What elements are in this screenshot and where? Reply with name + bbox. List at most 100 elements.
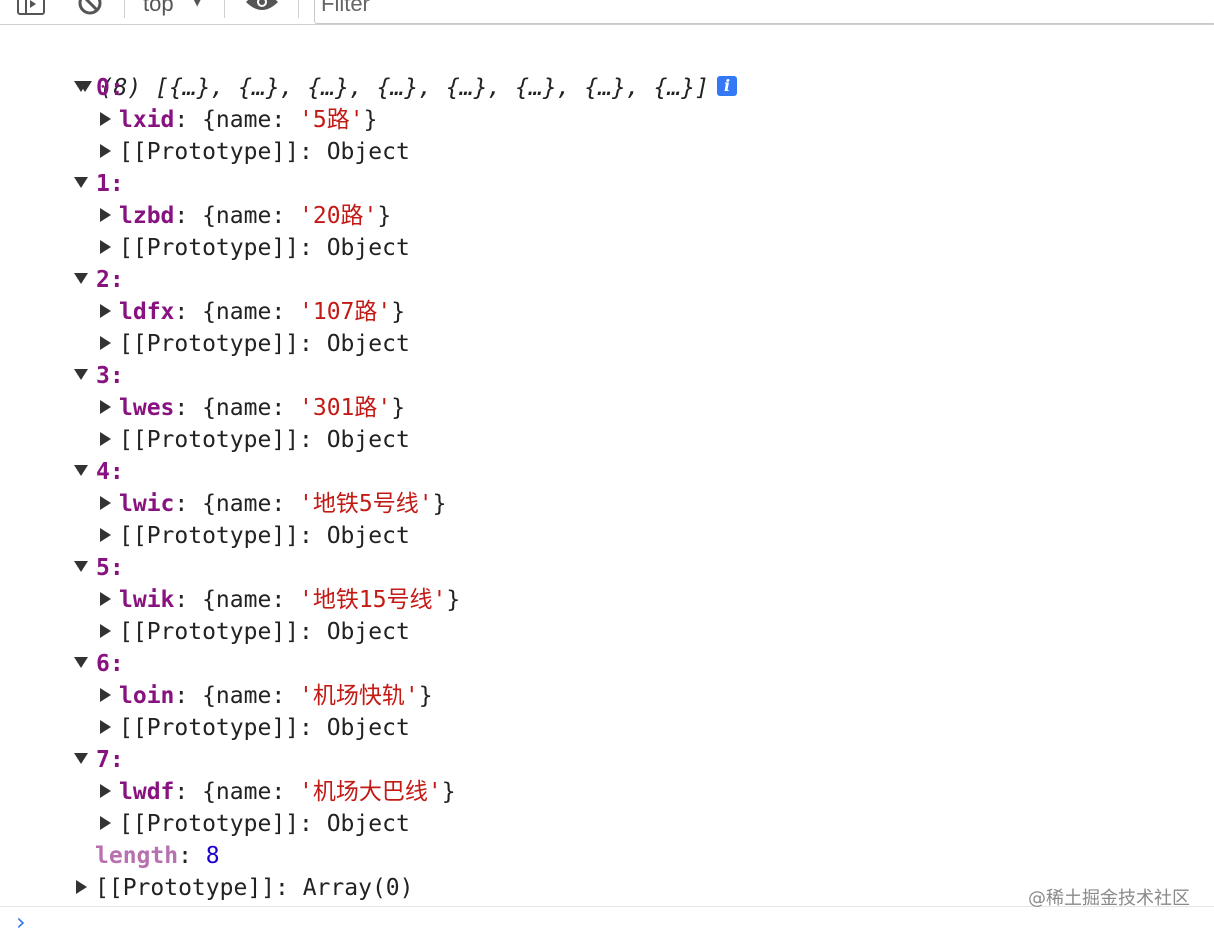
array-entry-row[interactable]: 2: [74, 264, 124, 296]
property-row[interactable]: lwik: {name: '地铁15号线'} [100, 584, 460, 616]
prototype-row[interactable]: [[Prototype]]: Object [100, 232, 410, 264]
object-close: } [377, 203, 392, 229]
collapsed-triangle-icon[interactable] [100, 719, 111, 734]
expanded-triangle-icon[interactable] [74, 657, 88, 668]
prototype-value: : Object [299, 235, 410, 261]
property-row[interactable]: lwdf: {name: '机场大巴线'} [100, 776, 456, 808]
filter-input[interactable] [315, 0, 1201, 17]
object-open: : {name: [174, 491, 300, 517]
prototype-row[interactable]: [[Prototype]]: Object [100, 424, 410, 456]
collapsed-triangle-icon[interactable] [100, 143, 111, 158]
object-open: : {name: [174, 779, 300, 805]
collapsed-triangle-icon[interactable] [100, 495, 111, 510]
entry-index: 4: [96, 459, 124, 485]
collapsed-triangle-icon[interactable] [100, 431, 111, 446]
info-icon[interactable]: i [716, 75, 737, 96]
collapsed-triangle-icon[interactable] [100, 335, 111, 350]
property-key: lzbd [119, 203, 175, 229]
prototype-label: [[Prototype]] [119, 235, 300, 261]
object-close: } [391, 299, 406, 325]
property-row[interactable]: lxid: {name: '5路'} [100, 104, 377, 136]
prototype-value: : Object [299, 523, 410, 549]
prototype-label: [[Prototype]] [119, 523, 300, 549]
prototype-row[interactable]: [[Prototype]]: Object [100, 328, 410, 360]
object-close: } [391, 395, 406, 421]
collapsed-triangle-icon[interactable] [100, 527, 111, 542]
expanded-triangle-icon[interactable] [74, 561, 88, 572]
array-entry-row[interactable]: 7: [74, 744, 124, 776]
clear-console-icon[interactable] [76, 0, 104, 18]
sidebar-toggle-icon[interactable] [16, 0, 46, 18]
prototype-value: : Object [299, 139, 410, 165]
prototype-row[interactable]: [[Prototype]]: Object [100, 616, 410, 648]
toolbar-separator [298, 0, 299, 18]
collapsed-triangle-icon[interactable] [100, 591, 111, 606]
entry-index: 3: [96, 363, 124, 389]
string-value: '机场快轨' [299, 683, 419, 709]
property-row[interactable]: ldfx: {name: '107路'} [100, 296, 405, 328]
array-entry-row[interactable]: 5: [74, 552, 124, 584]
property-key: loin [119, 683, 175, 709]
filter-field[interactable] [314, 0, 1214, 24]
array-entry-row[interactable]: 4: [74, 456, 124, 488]
expanded-triangle-icon[interactable] [74, 369, 88, 380]
expanded-triangle-icon[interactable] [74, 465, 88, 476]
array-entry-row[interactable]: 0: [74, 72, 124, 104]
context-selector[interactable]: top [143, 0, 174, 17]
property-row[interactable]: loin: {name: '机场快轨'} [100, 680, 433, 712]
entry-index: 0: [96, 75, 124, 101]
collapsed-triangle-icon[interactable] [100, 623, 111, 638]
collapsed-triangle-icon[interactable] [100, 783, 111, 798]
entry-index: 1: [96, 171, 124, 197]
string-value: '5路' [299, 107, 364, 133]
watermark: @稀土掘金技术社区 [1028, 888, 1190, 909]
prototype-value: : Object [299, 331, 410, 357]
collapsed-triangle-icon[interactable] [76, 879, 87, 894]
collapsed-triangle-icon[interactable] [100, 399, 111, 414]
string-value: '机场大巴线' [299, 779, 442, 805]
prototype-label: [[Prototype]] [119, 331, 300, 357]
array-summary-row[interactable]: (8) [{…}, {…}, {…}, {…}, {…}, {…}, {…}, … [50, 40, 737, 101]
expanded-triangle-icon[interactable] [74, 273, 88, 284]
property-row[interactable]: lwes: {name: '301路'} [100, 392, 405, 424]
string-value: '20路' [299, 203, 378, 229]
object-open: : {name: [174, 203, 300, 229]
console-prompt-icon[interactable]: › [16, 908, 26, 936]
collapsed-triangle-icon[interactable] [100, 815, 111, 830]
prototype-row[interactable]: [[Prototype]]: Object [100, 520, 410, 552]
property-key: lwic [119, 491, 175, 517]
property-key: lwik [119, 587, 175, 613]
expanded-triangle-icon[interactable] [74, 81, 88, 92]
array-entry-row[interactable]: 1: [74, 168, 124, 200]
prototype-label: [[Prototype]] [119, 139, 300, 165]
collapsed-triangle-icon[interactable] [100, 111, 111, 126]
collapsed-triangle-icon[interactable] [100, 303, 111, 318]
object-open: : {name: [174, 587, 300, 613]
property-key: lwdf [119, 779, 175, 805]
array-entry-row[interactable]: 3: [74, 360, 124, 392]
collapsed-triangle-icon[interactable] [100, 239, 111, 254]
prototype-row[interactable]: [[Prototype]]: Object [100, 136, 410, 168]
expanded-triangle-icon[interactable] [74, 177, 88, 188]
collapsed-triangle-icon[interactable] [100, 687, 111, 702]
array-entry-row[interactable]: 6: [74, 648, 124, 680]
prototype-value: : Object [299, 619, 410, 645]
object-close: } [446, 587, 461, 613]
live-expression-eye-icon[interactable] [244, 0, 280, 18]
property-key: ldfx [119, 299, 175, 325]
prototype-row[interactable]: [[Prototype]]: Object [100, 712, 410, 744]
prototype-row[interactable]: [[Prototype]]: Object [100, 808, 410, 840]
context-dropdown-caret-icon[interactable]: ▼ [193, 0, 201, 10]
string-value: '地铁5号线' [299, 491, 433, 517]
entry-index: 5: [96, 555, 124, 581]
prototype-label: [[Prototype]] [119, 715, 300, 741]
property-row[interactable]: lzbd: {name: '20路'} [100, 200, 391, 232]
prototype-label: [[Prototype]] [119, 619, 300, 645]
object-close: } [418, 683, 433, 709]
prototype-label: [[Prototype]] [119, 811, 300, 837]
collapsed-triangle-icon[interactable] [100, 207, 111, 222]
property-row[interactable]: lwic: {name: '地铁5号线'} [100, 488, 446, 520]
expanded-triangle-icon[interactable] [74, 753, 88, 764]
array-prototype-row[interactable]: [[Prototype]]: Array(0) [76, 872, 414, 904]
prototype-label: [[Prototype]] [95, 875, 276, 901]
